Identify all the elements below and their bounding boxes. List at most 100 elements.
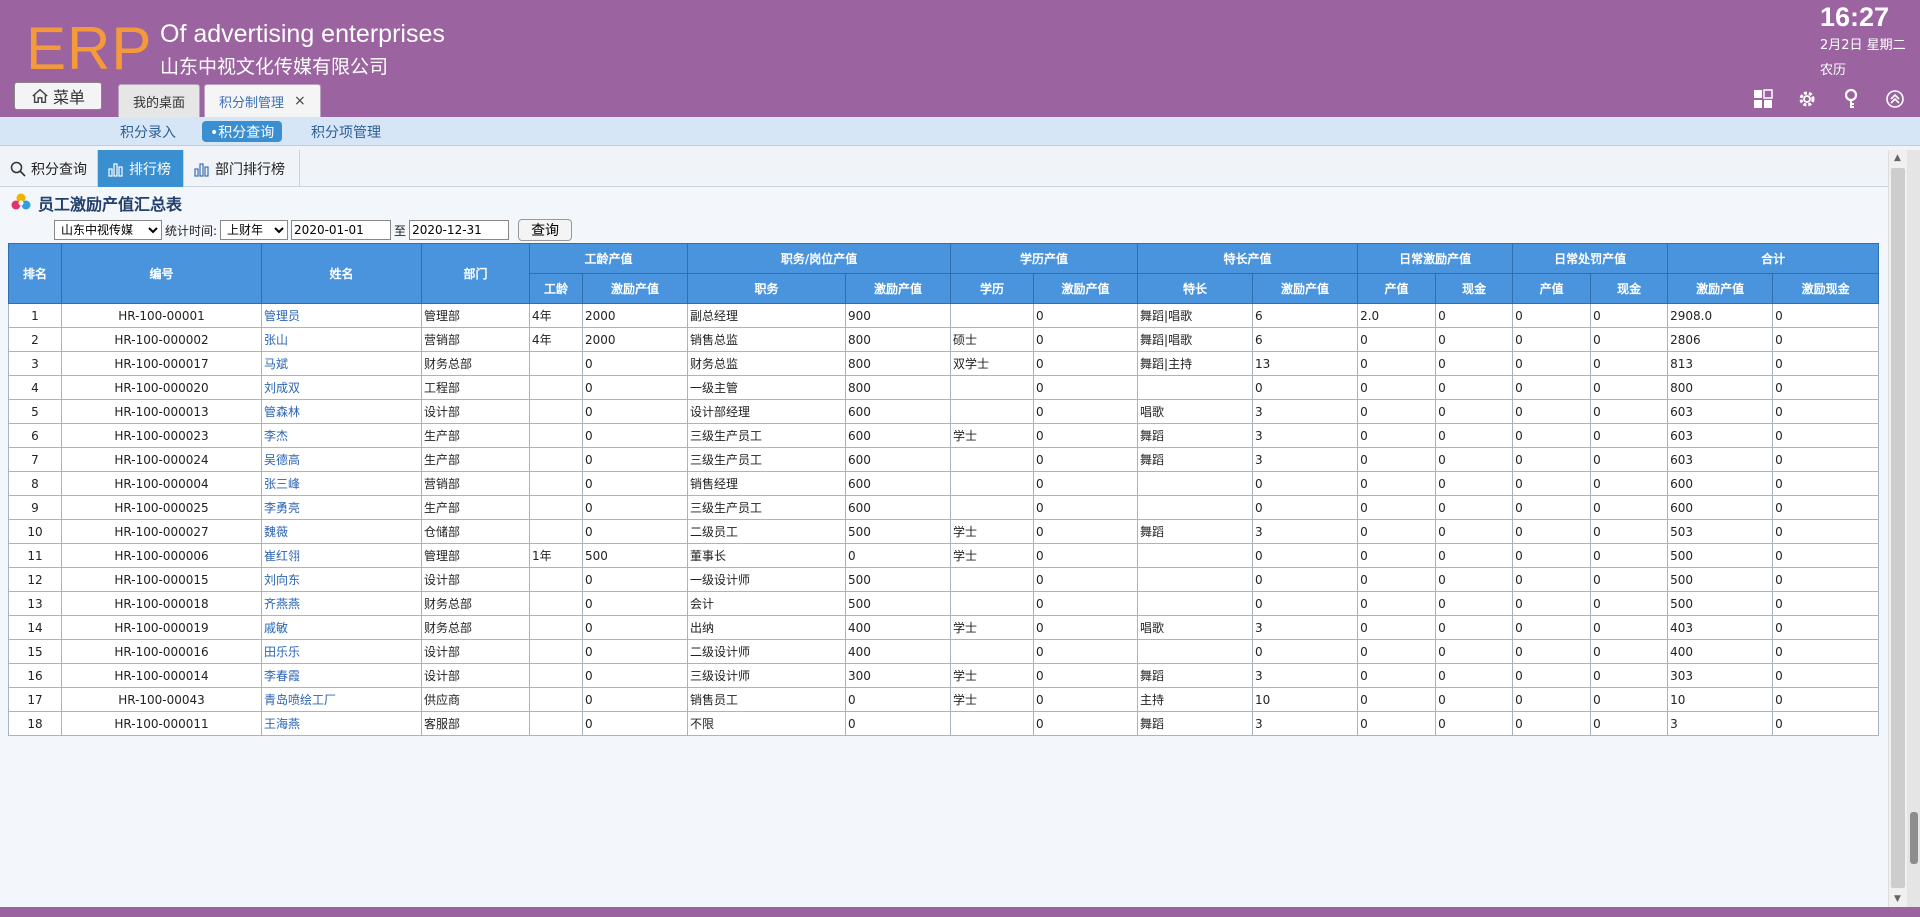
table-cell: 3 — [1252, 399, 1359, 424]
employee-name-link[interactable]: 李春霞 — [264, 669, 300, 683]
app-grid-icon[interactable] — [1752, 88, 1774, 110]
query-button[interactable]: 查询 — [518, 219, 573, 241]
table-row[interactable]: 7 HR-100-000024 吴德高 生产部 0 三级生产员工 600 0 舞蹈 3 0 0 0 0 60… — [8, 447, 1880, 472]
vertical-scrollbar[interactable]: ▲ ▼ — [1888, 150, 1907, 907]
employee-name-link[interactable]: 王海燕 — [264, 717, 300, 731]
table-row[interactable]: 9 HR-100-000025 李勇亮 生产部 0 三级生产员工 600 0 0 0 0 0 0 600 0 — [8, 495, 1880, 520]
employee-name-link[interactable]: 李杰 — [264, 429, 288, 443]
employee-name-link[interactable]: 戚敏 — [264, 621, 288, 635]
employee-name-link[interactable]: 齐燕燕 — [264, 597, 300, 611]
employee-name-cell: 戚敏 — [261, 615, 422, 640]
employee-name-link[interactable]: 李勇亮 — [264, 501, 300, 515]
side-panel-grip[interactable] — [1910, 812, 1918, 864]
col-position[interactable]: 职务 — [687, 273, 847, 304]
col-group-education: 学历产值 — [950, 243, 1139, 274]
employee-name-link[interactable]: 崔红翎 — [264, 549, 300, 563]
period-select[interactable]: 上财年 — [220, 220, 289, 240]
table-cell: 0 — [1033, 687, 1139, 712]
tool-dept-leaderboard[interactable]: 部门排行榜 — [184, 150, 300, 187]
col-total-cash[interactable]: 激励现金 — [1772, 273, 1880, 304]
tab-points-management[interactable]: 积分制管理 × — [204, 84, 321, 117]
close-icon[interactable]: × — [294, 93, 306, 109]
app-footer — [0, 907, 1920, 917]
table-cell: 管理部 — [421, 303, 530, 328]
table-row[interactable]: 15 HR-100-000016 田乐乐 设计部 0 二级设计师 400 0 0 0 0 0 0 400 0 — [8, 639, 1880, 664]
table-cell: 3 — [1667, 711, 1774, 736]
collapse-up-icon[interactable] — [1884, 88, 1906, 110]
table-row[interactable]: 8 HR-100-000004 张三峰 营销部 0 销售经理 600 0 0 0 0 0 0 600 0 — [8, 471, 1880, 496]
company-select[interactable]: 山东中视传媒 — [54, 220, 162, 240]
table-cell — [529, 423, 583, 448]
tool-leaderboard[interactable]: 排行榜 — [98, 150, 184, 187]
col-group-specialty: 特长产值 — [1137, 243, 1359, 274]
key-icon[interactable] — [1840, 88, 1862, 110]
table-cell: 800 — [845, 327, 952, 352]
col-seniority-value[interactable]: 激励产值 — [581, 273, 689, 304]
employee-name-link[interactable]: 管理员 — [264, 309, 300, 323]
col-di-cash[interactable]: 现金 — [1435, 273, 1514, 304]
tool-points-query[interactable]: 积分查询 — [0, 150, 98, 187]
employee-name-link[interactable]: 马斌 — [264, 357, 288, 371]
col-dept[interactable]: 部门 — [421, 243, 530, 304]
col-specialty[interactable]: 特长 — [1137, 273, 1254, 304]
table-row[interactable]: 14 HR-100-000019 戚敏 财务总部 0 出纳 400 学士 0 唱歌 3 0 0 0 0 403… — [8, 615, 1880, 640]
table-cell: 会计 — [687, 591, 847, 616]
end-date-input[interactable] — [409, 220, 510, 240]
table-cell: 0 — [1252, 591, 1359, 616]
col-code[interactable]: 编号 — [61, 243, 262, 304]
table-row[interactable]: 13 HR-100-000018 齐燕燕 财务总部 0 会计 500 0 0 0 0 0 0 500 0 — [8, 591, 1880, 616]
table-cell: 0 — [1772, 687, 1880, 712]
subnav-points-entry[interactable]: 积分录入 — [112, 121, 184, 142]
col-di-value[interactable]: 产值 — [1357, 273, 1437, 304]
subnav-points-query[interactable]: •积分查询 — [202, 121, 283, 142]
employee-name-link[interactable]: 刘向东 — [264, 573, 300, 587]
table-cell: 5 — [8, 399, 62, 424]
employee-name-link[interactable]: 张三峰 — [264, 477, 300, 491]
start-date-input[interactable] — [291, 220, 392, 240]
subnav-points-items[interactable]: 积分项管理 — [303, 121, 389, 142]
table-cell: 600 — [1667, 471, 1774, 496]
menu-button[interactable]: 菜单 — [14, 82, 102, 110]
table-row[interactable]: 4 HR-100-000020 刘成双 工程部 0 一级主管 800 0 0 0 0 0 0 800 0 — [8, 375, 1880, 400]
table-cell: 2.0 — [1357, 303, 1437, 328]
table-row[interactable]: 5 HR-100-000013 管森林 设计部 0 设计部经理 600 0 唱歌 3 0 0 0 0 603… — [8, 399, 1880, 424]
col-dp-cash[interactable]: 现金 — [1590, 273, 1669, 304]
table-cell: 0 — [581, 663, 689, 688]
table-row[interactable]: 6 HR-100-000023 李杰 生产部 0 三级生产员工 600 学士 0 舞蹈 3 0 0 0 0 6… — [8, 423, 1880, 448]
employee-name-link[interactable]: 青岛喷绘工厂 — [264, 693, 336, 707]
table-row[interactable]: 17 HR-100-00043 青岛喷绘工厂 供应商 0 销售员工 0 学士 0 主持 10 0 0 0 0… — [8, 687, 1880, 712]
col-specialty-value[interactable]: 激励产值 — [1252, 273, 1359, 304]
table-row[interactable]: 12 HR-100-000015 刘向东 设计部 0 一级设计师 500 0 0 0 0 0 0 500 0 — [8, 567, 1880, 592]
table-cell: 0 — [581, 399, 689, 424]
employee-name-link[interactable]: 吴德高 — [264, 453, 300, 467]
table-row[interactable]: 2 HR-100-000002 张山 营销部 4年 2000 销售总监 800 硕士 0 舞蹈|唱歌… — [8, 327, 1880, 352]
col-total-value[interactable]: 激励产值 — [1667, 273, 1774, 304]
employee-name-link[interactable]: 刘成双 — [264, 381, 300, 395]
scroll-down-arrow[interactable]: ▼ — [1894, 894, 1901, 904]
table-row[interactable]: 16 HR-100-000014 李春霞 设计部 0 三级设计师 300 学士 0 舞蹈 3 0 0 0 0… — [8, 663, 1880, 688]
col-education-value[interactable]: 激励产值 — [1033, 273, 1139, 304]
col-seniority[interactable]: 工龄 — [529, 273, 583, 304]
table-cell: 0 — [1357, 423, 1437, 448]
scroll-up-arrow[interactable]: ▲ — [1894, 153, 1901, 163]
employee-name-link[interactable]: 张山 — [264, 333, 288, 347]
table-row[interactable]: 1 HR-100-00001 管理员 管理部 4年 2000 副总经理 900 0 舞蹈|唱歌 6 2… — [8, 303, 1880, 328]
gear-icon[interactable] — [1796, 88, 1818, 110]
table-cell: HR-100-000013 — [61, 399, 262, 424]
employee-name-link[interactable]: 管森林 — [264, 405, 300, 419]
table-row[interactable]: 11 HR-100-000006 崔红翎 管理部 1年 500 董事长 0 学士 0 0 0 0 0 0 50… — [8, 543, 1880, 568]
col-education[interactable]: 学历 — [950, 273, 1035, 304]
employee-name-link[interactable]: 田乐乐 — [264, 645, 300, 659]
scrollbar-thumb[interactable] — [1891, 168, 1905, 888]
tab-desktop[interactable]: 我的桌面 — [118, 84, 201, 117]
col-position-value[interactable]: 激励产值 — [845, 273, 952, 304]
table-row[interactable]: 10 HR-100-000027 魏薇 仓储部 0 二级员工 500 学士 0 舞蹈 3 0 0 0 0 50… — [8, 519, 1880, 544]
lunar-calendar-link[interactable]: 农历 — [1820, 59, 1846, 78]
table-row[interactable]: 3 HR-100-000017 马斌 财务总部 0 财务总监 800 双学士 0 舞蹈|主持 13 0… — [8, 351, 1880, 376]
table-row[interactable]: 18 HR-100-000011 王海燕 客服部 0 不限 0 0 舞蹈 3 0 0 0 0 3 0 — [8, 711, 1880, 736]
employee-name-link[interactable]: 魏薇 — [264, 525, 288, 539]
table-cell: 0 — [1435, 471, 1514, 496]
col-dp-value[interactable]: 产值 — [1512, 273, 1592, 304]
col-rank[interactable]: 排名 — [8, 243, 62, 304]
col-name[interactable]: 姓名 — [261, 243, 422, 304]
